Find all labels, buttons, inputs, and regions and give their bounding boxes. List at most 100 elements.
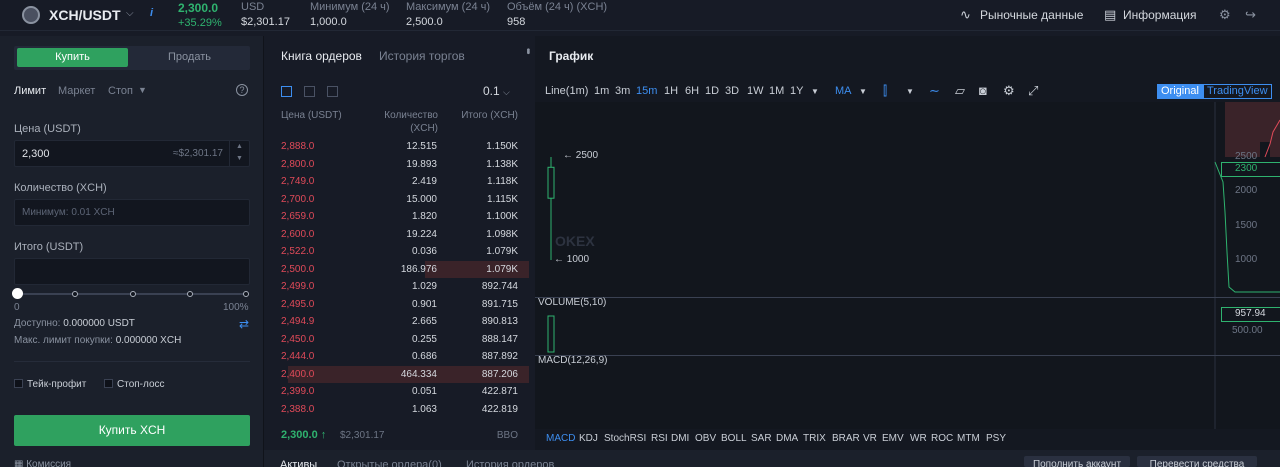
take-profit-checkbox[interactable]: Тейк-профит bbox=[14, 379, 86, 390]
ind-dmi[interactable]: DMI bbox=[671, 433, 689, 444]
ind-rsi[interactable]: RSI bbox=[651, 433, 668, 444]
ind-emv[interactable]: EMV bbox=[882, 433, 904, 444]
info-icon[interactable]: i bbox=[150, 7, 153, 19]
orderbook-row[interactable]: 2,888.0 12.515 1.150K bbox=[270, 138, 529, 155]
chart-canvas[interactable]: OKEX ← 2500 ← 1000 VOLUME(5,10) MACD(12,… bbox=[535, 102, 1280, 429]
tab-stop[interactable]: Стоп bbox=[108, 85, 133, 97]
mode-original[interactable]: Original bbox=[1157, 84, 1203, 99]
price-stepper[interactable]: ▲ ▼ bbox=[229, 141, 249, 166]
tab-market[interactable]: Маркет bbox=[58, 85, 95, 97]
ind-boll[interactable]: BOLL bbox=[721, 433, 747, 444]
pair-selector[interactable]: XCH/USDT bbox=[49, 7, 121, 23]
tf-1y[interactable]: 1Y bbox=[790, 85, 803, 97]
tab-trade-history[interactable]: История торгов bbox=[379, 49, 465, 63]
tf-3m[interactable]: 3m bbox=[615, 85, 630, 97]
chevron-down-icon[interactable]: ⌵ bbox=[126, 8, 134, 19]
deposit-button[interactable]: Пополнить аккаунт bbox=[1024, 456, 1130, 467]
orderbook-row[interactable]: 2,800.0 19.893 1.138K bbox=[270, 156, 529, 173]
tf-1h[interactable]: 1H bbox=[664, 85, 678, 97]
candles-icon[interactable]: ⫿ bbox=[883, 83, 887, 99]
tf-1w[interactable]: 1W bbox=[747, 85, 764, 97]
orderbook-row[interactable]: 2,700.0 15.000 1.115K bbox=[270, 191, 529, 208]
checkbox-icon[interactable] bbox=[104, 379, 113, 388]
tf-6h[interactable]: 6H bbox=[685, 85, 699, 97]
line-tool-icon[interactable]: ∼ bbox=[929, 83, 940, 99]
ind-macd[interactable]: MACD bbox=[546, 433, 575, 444]
stop-loss-checkbox[interactable]: Стоп-лосс bbox=[104, 379, 165, 390]
view-both-icon[interactable] bbox=[281, 86, 292, 97]
slider-step[interactable] bbox=[130, 291, 136, 297]
ind-stochrsi[interactable]: StochRSI bbox=[604, 433, 646, 444]
mode-tradingview[interactable]: TradingView bbox=[1203, 84, 1272, 99]
logout-icon[interactable]: ↪ bbox=[1245, 7, 1256, 23]
orderbook-row[interactable]: 2,399.0 0.051 422.871 bbox=[270, 383, 529, 400]
price-step-select[interactable]: 0.1 ⌵ bbox=[483, 84, 510, 98]
tab-open-orders[interactable]: Открытые ордера(0) bbox=[337, 459, 442, 467]
sell-tab[interactable]: Продать bbox=[134, 48, 245, 67]
bbo-label[interactable]: BBO bbox=[497, 430, 518, 441]
chevron-down-icon[interactable]: ▼ bbox=[859, 87, 867, 96]
tf-1mo[interactable]: 1M bbox=[769, 85, 784, 97]
tf-3d[interactable]: 3D bbox=[725, 85, 739, 97]
orderbook-row[interactable]: 2,499.0 1.029 892.744 bbox=[270, 278, 529, 295]
ma-toggle[interactable]: MA bbox=[835, 85, 852, 97]
gear-icon[interactable]: ⚙ bbox=[1219, 7, 1231, 23]
buy-button[interactable]: Купить XCH bbox=[14, 415, 250, 446]
gear-icon[interactable]: ⚙ bbox=[1003, 83, 1015, 99]
orderbook-row[interactable]: 2,749.0 2.419 1.118K bbox=[270, 173, 529, 190]
ind-mtm[interactable]: MTM bbox=[957, 433, 980, 444]
orderbook-row[interactable]: 2,495.0 0.901 891.715 bbox=[270, 296, 529, 313]
orderbook-row[interactable]: 2,522.0 0.036 1.079K bbox=[270, 243, 529, 260]
orderbook-row[interactable]: 2,400.0 464.334 887.206 bbox=[270, 365, 529, 383]
ind-roc[interactable]: ROC bbox=[931, 433, 953, 444]
chevron-down-icon[interactable]: ▼ bbox=[811, 87, 819, 96]
information-link[interactable]: Информация bbox=[1123, 8, 1196, 22]
help-icon[interactable]: ? bbox=[236, 84, 248, 96]
price-input[interactable]: 2,300 ≈$2,301.17 ▲ ▼ bbox=[14, 140, 250, 167]
slider-step[interactable] bbox=[243, 291, 249, 297]
commission-link[interactable]: ▦ Комиссия bbox=[14, 459, 71, 467]
tab-assets[interactable]: Активы bbox=[280, 459, 317, 467]
tf-1d[interactable]: 1D bbox=[705, 85, 719, 97]
decrement-icon[interactable]: ▼ bbox=[230, 153, 249, 165]
amount-slider[interactable] bbox=[12, 288, 249, 299]
tab-order-book[interactable]: Книга ордеров bbox=[281, 49, 362, 63]
orderbook-row[interactable]: 2,659.0 1.820 1.100K bbox=[270, 208, 529, 225]
ind-obv[interactable]: OBV bbox=[695, 433, 716, 444]
slider-step[interactable] bbox=[72, 291, 78, 297]
ind-brar[interactable]: BRAR bbox=[832, 433, 860, 444]
slider-step[interactable] bbox=[187, 291, 193, 297]
chevron-down-icon[interactable]: ▼ bbox=[906, 87, 914, 96]
orderbook-row[interactable]: 2,444.0 0.686 887.892 bbox=[270, 348, 529, 365]
ind-psy[interactable]: PSY bbox=[986, 433, 1006, 444]
view-asks-icon[interactable] bbox=[327, 86, 338, 97]
tf-line[interactable]: Line(1m) bbox=[545, 85, 588, 97]
slider-handle[interactable] bbox=[12, 288, 23, 299]
view-bids-icon[interactable] bbox=[304, 86, 315, 97]
orderbook-row[interactable]: 2,388.0 1.063 422.819 bbox=[270, 401, 529, 418]
orderbook-row[interactable]: 2,494.9 2.665 890.813 bbox=[270, 313, 529, 330]
ind-wr[interactable]: WR bbox=[910, 433, 927, 444]
amount-input[interactable]: Минимум: 0.01 XCH bbox=[14, 199, 250, 226]
ind-dma[interactable]: DMA bbox=[776, 433, 798, 444]
ind-kdj[interactable]: KDJ bbox=[579, 433, 598, 444]
orderbook-row[interactable]: 2,500.0 186.976 1.079K bbox=[270, 260, 529, 278]
orderbook-row[interactable]: 2,450.0 0.255 888.147 bbox=[270, 331, 529, 348]
ind-trix[interactable]: TRIX bbox=[803, 433, 826, 444]
tf-15m[interactable]: 15m bbox=[636, 85, 657, 97]
increment-icon[interactable]: ▲ bbox=[230, 141, 249, 153]
ind-vr[interactable]: VR bbox=[863, 433, 877, 444]
buy-tab[interactable]: Купить bbox=[17, 48, 128, 67]
market-data-link[interactable]: Рыночные данные bbox=[980, 8, 1083, 22]
checkbox-icon[interactable] bbox=[14, 379, 23, 388]
tf-1m[interactable]: 1m bbox=[594, 85, 609, 97]
tab-limit[interactable]: Лимит bbox=[14, 85, 46, 97]
chevron-down-icon[interactable]: ▼ bbox=[138, 85, 147, 95]
orderbook-row[interactable]: 2,600.0 19.224 1.098K bbox=[270, 226, 529, 243]
transfer-icon[interactable]: ⇄ bbox=[239, 317, 249, 331]
transfer-button[interactable]: Перевести средства bbox=[1137, 456, 1257, 467]
ind-sar[interactable]: SAR bbox=[751, 433, 772, 444]
fullscreen-icon[interactable]: ⤢ bbox=[1028, 83, 1038, 99]
total-input[interactable] bbox=[14, 258, 250, 285]
ruler-icon[interactable]: ▱ bbox=[955, 83, 965, 99]
